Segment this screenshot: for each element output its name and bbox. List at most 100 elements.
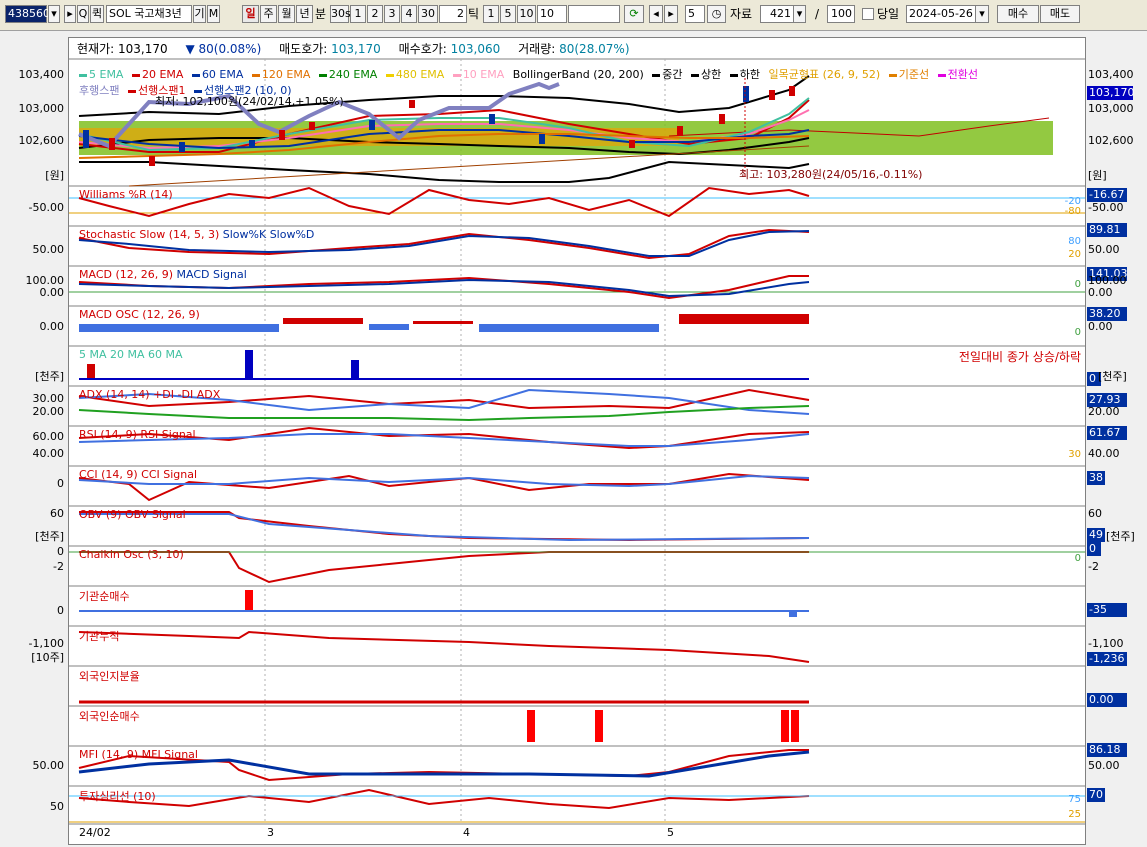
panel-title-osc[interactable]: MACD OSC (12, 26, 9) bbox=[79, 308, 200, 321]
instcum-tag: -1,236 bbox=[1087, 652, 1127, 666]
legend-upper[interactable]: 상한 bbox=[691, 68, 721, 81]
panel-title-chaikin[interactable]: Chaikin Osc (3, 10) bbox=[79, 548, 184, 561]
wr-left: -50.00 bbox=[28, 201, 64, 214]
min-1[interactable]: 1 bbox=[350, 5, 366, 23]
legend-5ema[interactable]: 5 EMA bbox=[79, 68, 123, 81]
price-right-3: 102,600 bbox=[1088, 134, 1134, 147]
min-3[interactable]: 3 bbox=[384, 5, 400, 23]
rsi-tag: 61.67 bbox=[1087, 426, 1127, 440]
min-label: 분 bbox=[315, 7, 327, 21]
panel-title-frgn-ratio[interactable]: 외국인지분율 bbox=[79, 668, 140, 684]
legend-conv-line[interactable]: 전환선 bbox=[937, 68, 978, 81]
legend-bollinger[interactable]: BollingerBand (20, 200) bbox=[513, 68, 644, 81]
prev-icon[interactable]: ◂ bbox=[649, 5, 663, 23]
data-label: 자료 bbox=[730, 7, 753, 21]
panel-title-williams[interactable]: Williams %R (14) bbox=[79, 188, 173, 201]
legend-60ema[interactable]: 60 EMA bbox=[191, 68, 243, 81]
play-icon[interactable]: ▸ bbox=[64, 5, 76, 23]
adx-line bbox=[78, 405, 810, 422]
legend-480ema[interactable]: 480 EMA bbox=[385, 68, 444, 81]
date-input[interactable]: 2024-05-26 bbox=[906, 5, 982, 23]
code-input[interactable]: 438560 bbox=[5, 5, 50, 23]
panel-title-volume[interactable]: 5 MA 20 MA 60 MA bbox=[79, 348, 183, 361]
today-checkbox[interactable] bbox=[862, 8, 874, 20]
sell-button[interactable]: 매도 bbox=[1040, 5, 1080, 23]
cci-left: 0 bbox=[57, 477, 64, 490]
ask-price: 103,170 bbox=[331, 42, 381, 56]
panel-title-cci[interactable]: CCI (14, 9) CCI Signal bbox=[79, 468, 197, 481]
legend-10ema[interactable]: 10 EMA bbox=[452, 68, 504, 81]
code-dropdown[interactable]: ▾ bbox=[48, 5, 60, 23]
adx-right: 20.00 bbox=[1088, 405, 1120, 418]
tick-input[interactable]: 2 bbox=[439, 5, 467, 23]
panel-title-inst-net[interactable]: 기관순매수 bbox=[79, 588, 130, 604]
rsi-left2: 40.00 bbox=[32, 447, 65, 460]
tick-5[interactable]: 5 bbox=[500, 5, 516, 23]
total-input[interactable]: 100 bbox=[827, 5, 855, 23]
period-day[interactable]: 일 bbox=[242, 5, 259, 23]
min-30[interactable]: 30 bbox=[418, 5, 438, 23]
refresh-icon[interactable]: ⟳ bbox=[624, 5, 644, 23]
obv-left2: [천주] bbox=[35, 530, 64, 543]
panel-title-mfi[interactable]: MFI (14, 9) MFI Signal bbox=[79, 748, 198, 761]
obv-right: 60 bbox=[1088, 507, 1102, 520]
ki-button[interactable]: 기 bbox=[193, 5, 206, 23]
chart-area[interactable]: 현재가: 103,170 ▼ 80(0.08%) 매도호가: 103,170 매… bbox=[68, 37, 1086, 845]
step-input[interactable]: 5 bbox=[685, 5, 705, 23]
blank-input[interactable] bbox=[568, 5, 620, 23]
slash-label: / bbox=[815, 7, 820, 21]
cci-tag: 38 bbox=[1087, 471, 1105, 485]
x-label-mar: 3 bbox=[267, 826, 274, 839]
panel-title-obv[interactable]: OBV (9) OBV Signal bbox=[79, 508, 186, 521]
next-icon[interactable]: ▸ bbox=[664, 5, 678, 23]
frgn-net-bars bbox=[527, 710, 799, 742]
data-dropdown[interactable]: ▾ bbox=[793, 5, 806, 23]
panel-title-macd[interactable]: MACD (12, 26, 9) MACD Signal bbox=[79, 268, 247, 281]
panel-title-psy[interactable]: 투자심리선 (10) bbox=[79, 788, 156, 804]
panel-title-frgn-net[interactable]: 외국인순매수 bbox=[79, 708, 140, 724]
legend-ichimoku[interactable]: 일목균형표 (26, 9, 52) bbox=[769, 68, 881, 81]
min-4[interactable]: 4 bbox=[401, 5, 417, 23]
legend-base-line[interactable]: 기준선 bbox=[888, 68, 929, 81]
legend-240ema[interactable]: 240 EMA bbox=[318, 68, 377, 81]
period-month[interactable]: 월 bbox=[278, 5, 295, 23]
legend-20ema[interactable]: 20 EMA bbox=[131, 68, 183, 81]
inst-net-bars bbox=[79, 590, 809, 617]
buy-button[interactable]: 매수 bbox=[997, 5, 1039, 23]
data-input[interactable]: 421 bbox=[760, 5, 794, 23]
legend-mid[interactable]: 중간 bbox=[652, 68, 683, 81]
period-week[interactable]: 주 bbox=[260, 5, 277, 23]
search-button[interactable]: Q bbox=[77, 5, 89, 23]
legend-120ema[interactable]: 120 EMA bbox=[251, 68, 310, 81]
psy-tag: 70 bbox=[1087, 788, 1105, 802]
stoch-th2: 20 bbox=[1068, 249, 1081, 260]
legend-lagging[interactable]: 후행스팬 bbox=[79, 84, 119, 97]
panel-title-rsi[interactable]: RSI (14, 9) RSI Signal bbox=[79, 428, 196, 441]
m-button[interactable]: M bbox=[207, 5, 220, 23]
legend-lower[interactable]: 하한 bbox=[729, 68, 760, 81]
inst-tag: -35 bbox=[1087, 603, 1127, 617]
panel-title-inst-cum[interactable]: 기관누적 bbox=[79, 628, 119, 644]
period-year[interactable]: 년 bbox=[296, 5, 313, 23]
sec-button[interactable]: 30s bbox=[330, 5, 351, 23]
vol-right: [천주] bbox=[1098, 370, 1127, 383]
month-grid bbox=[264, 59, 666, 824]
panel-title-stoch[interactable]: Stochastic Slow (14, 5, 3) Slow%K Slow%D bbox=[79, 228, 314, 241]
instcum-left2: [10주] bbox=[31, 651, 64, 664]
fav-button[interactable]: 퀵 bbox=[90, 5, 104, 23]
psy-line bbox=[78, 788, 810, 810]
tick-10[interactable]: 10 bbox=[517, 5, 536, 23]
panel-title-adx[interactable]: ADX (14, 14) +DI -DI ADX bbox=[79, 388, 220, 401]
macd-right2: 0.00 bbox=[1088, 286, 1113, 299]
toolbar: 438560 ▾ ▸ Q 퀵 SOL 국고채3년 기 M 일 주 월 년 분 3… bbox=[0, 0, 1147, 31]
osc-tag: 38.20 bbox=[1087, 307, 1127, 321]
count-input[interactable]: 10 bbox=[537, 5, 567, 23]
clock-icon[interactable]: ◷ bbox=[707, 5, 726, 23]
volume-bars bbox=[79, 350, 809, 380]
price-left-2: 103,000 bbox=[18, 102, 65, 115]
tick-1[interactable]: 1 bbox=[483, 5, 499, 23]
date-dropdown[interactable]: ▾ bbox=[975, 5, 989, 23]
tick-label: 틱 bbox=[468, 7, 480, 21]
min-2[interactable]: 2 bbox=[367, 5, 383, 23]
wr-tag: -16.67 bbox=[1087, 188, 1127, 202]
